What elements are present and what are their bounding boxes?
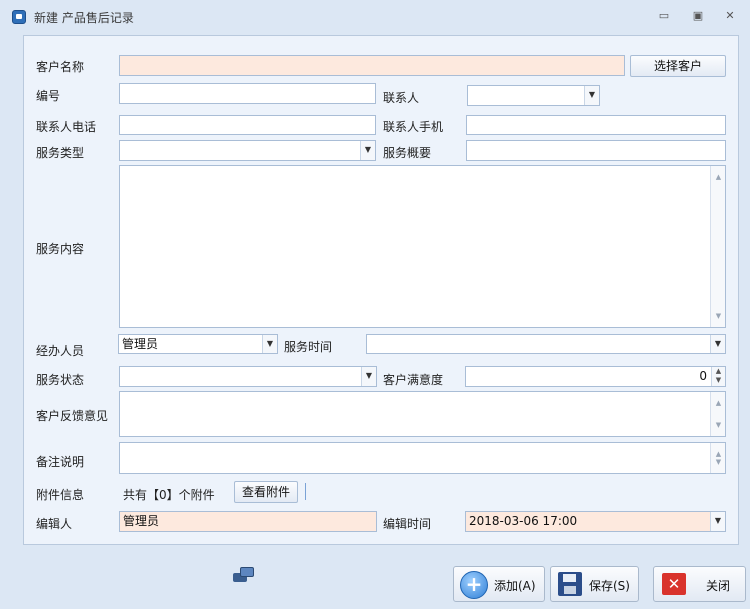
service-status-label: 服务状态 <box>36 373 85 387</box>
feedback-label: 客户反馈意见 <box>36 409 109 423</box>
chevron-down-icon[interactable]: ▼ <box>584 86 599 105</box>
service-type-dropdown[interactable]: ▼ <box>119 140 376 161</box>
divider <box>305 483 306 500</box>
scroll-down-icon[interactable]: ▼ <box>711 307 726 325</box>
feedback-textarea[interactable]: ▲ ▼ <box>119 391 726 437</box>
handler-dropdown[interactable]: 管理员 ▼ <box>118 334 278 354</box>
contact-label: 联系人 <box>383 91 420 105</box>
remarks-textarea[interactable]: ▲ ▼ <box>119 442 726 474</box>
scroll-up-icon[interactable]: ▲ <box>711 168 726 186</box>
scroll-down-icon[interactable]: ▼ <box>711 453 726 471</box>
remarks-label: 备注说明 <box>36 455 85 469</box>
remarks-scrollbar[interactable]: ▲ ▼ <box>710 443 725 473</box>
app-icon <box>12 10 26 24</box>
customer-name-field[interactable] <box>119 55 625 76</box>
close-window-button[interactable]: ✕ <box>722 9 738 23</box>
edit-time-value: 2018-03-06 17:00 <box>469 514 578 528</box>
floppy-disk-icon <box>558 572 582 596</box>
contact-mobile-field[interactable] <box>466 115 726 135</box>
service-status-dropdown[interactable]: ▼ <box>119 366 377 387</box>
scroll-up-icon[interactable]: ▲ <box>711 394 726 412</box>
chevron-down-icon[interactable]: ▼ <box>710 512 725 531</box>
title-bar: 新建 产品售后记录 ▭ ▣ ✕ <box>0 0 750 34</box>
service-time-dropdown[interactable]: ▼ <box>366 334 726 354</box>
spinner-arrows-icon[interactable]: ▲ ▼ <box>711 367 725 386</box>
satisfaction-spinner[interactable]: 0 ▲ ▼ <box>465 366 726 387</box>
customer-name-label: 客户名称 <box>36 60 85 74</box>
window-title: 新建 产品售后记录 <box>34 11 134 25</box>
contact-mobile-label: 联系人手机 <box>383 120 444 134</box>
satisfaction-value: 0 <box>699 369 707 383</box>
attachment-count-text: 共有【0】个附件 <box>123 488 215 502</box>
editor-label: 编辑人 <box>36 517 73 531</box>
contact-dropdown[interactable]: ▼ <box>467 85 600 106</box>
satisfaction-label: 客户满意度 <box>383 373 444 387</box>
service-summary-field[interactable] <box>466 140 726 161</box>
chevron-down-icon[interactable]: ▼ <box>360 141 375 160</box>
save-button-label: 保存(S) <box>589 579 630 593</box>
chevron-down-icon[interactable]: ▼ <box>262 335 277 353</box>
chevron-down-icon[interactable]: ▼ <box>361 367 376 386</box>
save-button[interactable]: 保存(S) <box>550 566 639 602</box>
feedback-scrollbar[interactable]: ▲ ▼ <box>710 392 725 436</box>
plus-icon: + <box>460 571 488 599</box>
edit-time-label: 编辑时间 <box>383 517 432 531</box>
contact-phone-field[interactable] <box>119 115 376 135</box>
service-type-label: 服务类型 <box>36 146 85 160</box>
editor-field[interactable]: 管理员 <box>119 511 377 532</box>
service-content-scrollbar[interactable]: ▲ ▼ <box>710 166 725 327</box>
service-summary-label: 服务概要 <box>383 146 432 160</box>
add-button-label: 添加(A) <box>494 579 536 593</box>
code-field[interactable] <box>119 83 376 104</box>
handler-value: 管理员 <box>122 337 159 351</box>
attachment-label: 附件信息 <box>36 488 85 502</box>
scanner-icon[interactable] <box>233 567 255 583</box>
select-customer-button[interactable]: 选择客户 <box>630 55 726 77</box>
contact-phone-label: 联系人电话 <box>36 120 97 134</box>
close-button-label: 关闭 <box>706 579 731 593</box>
code-label: 编号 <box>36 89 61 103</box>
close-icon: ✕ <box>662 573 686 595</box>
spin-up-icon[interactable]: ▲ <box>712 367 725 376</box>
service-content-label: 服务内容 <box>36 242 85 256</box>
maximize-button[interactable]: ▣ <box>690 9 706 23</box>
service-content-textarea[interactable]: ▲ ▼ <box>119 165 726 328</box>
service-time-label: 服务时间 <box>284 340 333 354</box>
close-button[interactable]: ✕ 关闭 <box>653 566 746 602</box>
add-button[interactable]: + 添加(A) <box>453 566 545 602</box>
edit-time-dropdown[interactable]: 2018-03-06 17:00 ▼ <box>465 511 726 532</box>
view-attachment-button[interactable]: 查看附件 <box>234 481 298 503</box>
minimize-button[interactable]: ▭ <box>656 9 672 23</box>
handler-label: 经办人员 <box>36 344 85 358</box>
scroll-down-icon[interactable]: ▼ <box>711 416 726 434</box>
spin-down-icon[interactable]: ▼ <box>712 376 725 385</box>
chevron-down-icon[interactable]: ▼ <box>710 335 725 353</box>
